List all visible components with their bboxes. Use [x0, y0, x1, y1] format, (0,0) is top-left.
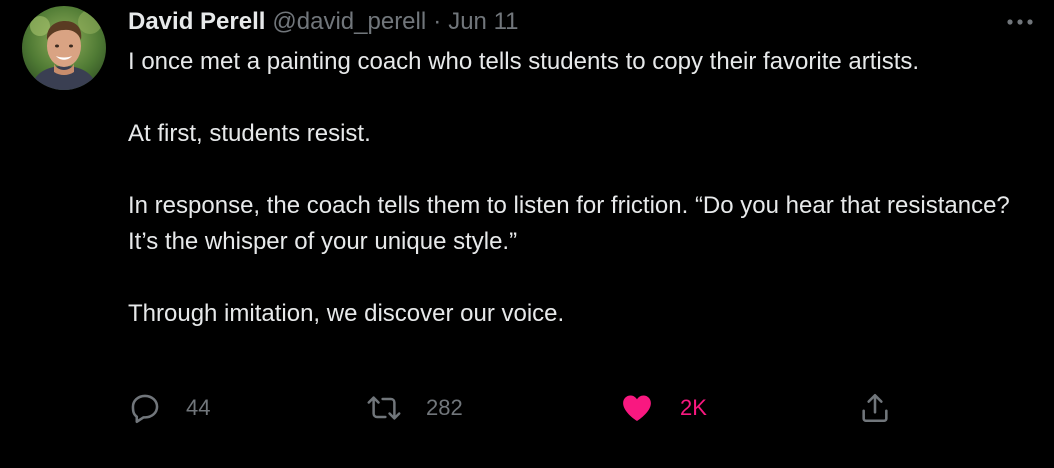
share-icon — [862, 393, 888, 423]
tweet-text: I once met a painting coach who tells st… — [128, 44, 1028, 332]
avatar[interactable] — [22, 6, 106, 90]
like-count: 2K — [680, 395, 707, 420]
like-button[interactable]: 2K — [620, 388, 707, 428]
profile-photo-icon — [22, 6, 106, 90]
retweet-button[interactable]: 282 — [366, 388, 463, 428]
reply-icon — [131, 394, 159, 424]
author-name[interactable]: David Perell — [128, 6, 265, 38]
tweet-paragraph: I once met a painting coach who tells st… — [128, 48, 920, 75]
retweet-count: 282 — [426, 395, 463, 420]
tweet-actions: 44 282 2K — [128, 388, 908, 428]
tweet-date[interactable]: Jun 11 — [448, 6, 518, 38]
author-handle[interactable]: @david_perell — [272, 6, 426, 38]
tweet[interactable]: David Perell @david_perell · Jun 11 I on… — [0, 0, 1054, 468]
tweet-header: David Perell @david_perell · Jun 11 — [128, 6, 518, 38]
reply-count: 44 — [186, 395, 211, 420]
share-button[interactable] — [858, 388, 892, 428]
reply-button[interactable]: 44 — [128, 388, 210, 428]
tweet-paragraph: At first, students resist. — [128, 120, 371, 147]
more-icon — [1007, 19, 1033, 25]
header-separator: · — [433, 8, 442, 35]
heart-icon — [623, 395, 651, 422]
retweet-icon — [367, 396, 401, 420]
more-button[interactable] — [1000, 8, 1040, 36]
tweet-paragraph: Through imitation, we discover our voice… — [128, 300, 565, 327]
tweet-paragraph: In response, the coach tells them to lis… — [128, 192, 1010, 255]
